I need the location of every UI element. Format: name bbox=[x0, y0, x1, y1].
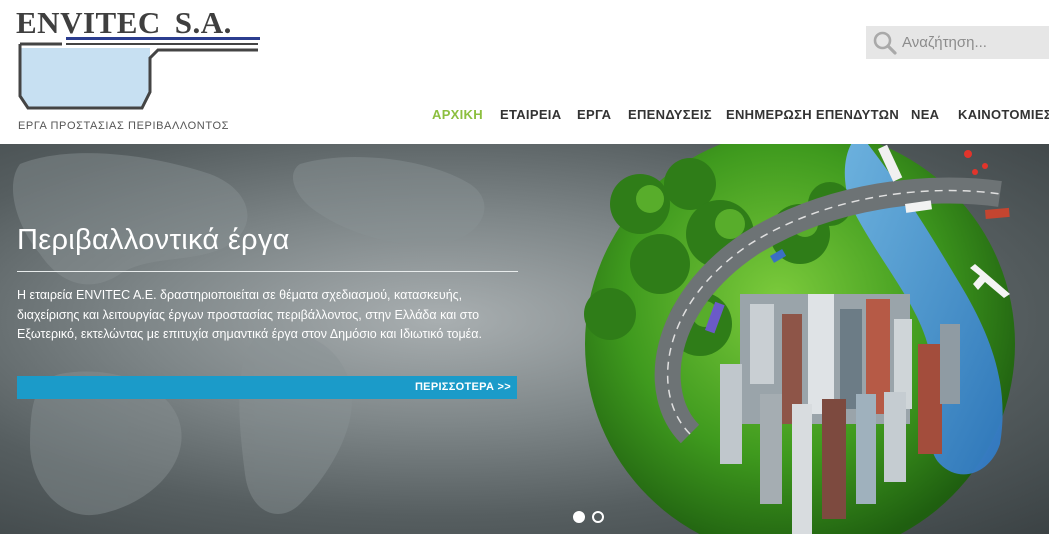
brand-wordmark: ENVITEC S.A. bbox=[16, 5, 232, 41]
hero-description: Η εταιρεία ENVITEC A.E. δραστηριοποιείτα… bbox=[17, 288, 482, 341]
main-nav: ΑΡΧΙΚΗ ΕΤΑΙΡΕΙΑ ΕΡΓΑ ΕΠΕΝΔΥΣΕΙΣ ΕΝΗΜΕΡΩΣ… bbox=[0, 107, 1049, 127]
slider-pagination bbox=[573, 511, 607, 525]
nav-item-news[interactable]: ΝΕΑ bbox=[911, 107, 939, 122]
nav-item-projects[interactable]: ΕΡΓΑ bbox=[577, 107, 611, 122]
hero-title: Περιβαλλοντικά έργα bbox=[17, 224, 290, 256]
nav-item-investments[interactable]: ΕΠΕΝΔΥΣΕΙΣ bbox=[628, 107, 712, 122]
brand-suffix: S.A. bbox=[174, 5, 232, 40]
nav-item-investor-relations[interactable]: ΕΝΗΜΕΡΩΣΗ ΕΠΕΝΔΥΤΩΝ bbox=[726, 107, 899, 122]
search-box bbox=[866, 26, 1049, 59]
nav-item-innovations[interactable]: ΚΑΙΝΟΤΟΜΙΕΣ bbox=[958, 107, 1049, 122]
hero-slider: Περιβαλλοντικά έργα Η εταιρεία ENVITEC A… bbox=[0, 144, 1049, 534]
search-icon[interactable] bbox=[872, 30, 898, 56]
slide-dot-1[interactable] bbox=[573, 511, 585, 523]
hero-divider bbox=[17, 271, 518, 272]
search-input[interactable] bbox=[902, 26, 1042, 59]
site-header: ENVITEC S.A. ΕΡΓΑ ΠΡΟΣΤΑΣΙΑΣ ΠΕΡΙΒΑΛΛΟΝΤΟ… bbox=[0, 0, 1049, 144]
brand-name: ENVITEC bbox=[16, 5, 161, 40]
slide-dot-2[interactable] bbox=[592, 511, 604, 523]
nav-item-company[interactable]: ΕΤΑΙΡΕΙΑ bbox=[500, 107, 561, 122]
nav-item-home[interactable]: ΑΡΧΙΚΗ bbox=[432, 107, 483, 122]
read-more-button[interactable]: ΠΕΡΙΣΣΟΤΕΡΑ >> bbox=[17, 376, 517, 399]
eco-globe-graphic bbox=[584, 144, 1015, 534]
